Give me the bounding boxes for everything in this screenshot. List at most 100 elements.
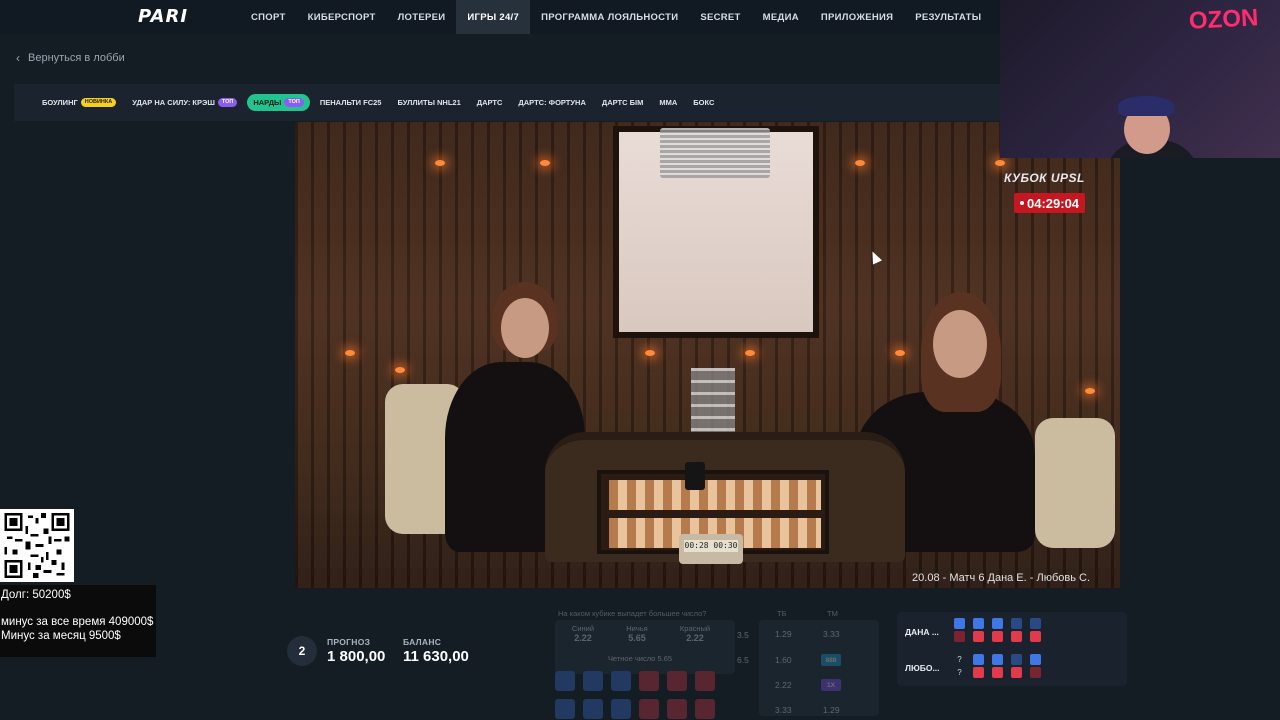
wall-lamp bbox=[1085, 388, 1095, 394]
player-dice-history bbox=[954, 618, 1041, 642]
nav-item-apps[interactable]: ПРИЛОЖЕНИЯ bbox=[810, 0, 904, 34]
odds-grid: Синий 2.22 Ничья 5.65 Красный 2.22 Четное ч… bbox=[555, 620, 735, 674]
main-nav: СПОРТ КИБЕРСПОРТ ЛОТЕРЕИ ИГРЫ 24/7 ПРОГР… bbox=[240, 0, 992, 34]
wall-lamp bbox=[395, 367, 405, 373]
odds-tm[interactable]: 1.29 bbox=[823, 705, 840, 715]
odds-tm[interactable]: 3.33 bbox=[823, 629, 840, 639]
event-timer-value: 04:29:04 bbox=[1027, 195, 1080, 211]
blue-die-icon bbox=[992, 654, 1003, 665]
qr-code-icon bbox=[4, 513, 70, 578]
nav-item-lotteries[interactable]: ЛОТЕРЕИ bbox=[387, 0, 457, 34]
debt-text: Долг: 50200$ bbox=[1, 589, 71, 601]
game-tab-darts[interactable]: ДАРТС bbox=[471, 94, 509, 111]
balance-label: БАЛАНС bbox=[403, 637, 442, 647]
odds-line: 3.5 bbox=[737, 630, 749, 640]
odds-col-tb: ТБ bbox=[777, 609, 787, 618]
back-to-lobby-link[interactable]: ‹ Вернуться в лобби bbox=[16, 51, 125, 65]
nav-item-media[interactable]: МЕДИА bbox=[752, 0, 810, 34]
totals-grid: 1.29 3.33 1.60 888 2.22 1X 3.33 1.29 bbox=[759, 620, 879, 716]
blue-die-icon[interactable] bbox=[555, 671, 575, 691]
red-die-icon bbox=[1030, 631, 1041, 642]
red-die-icon[interactable] bbox=[667, 671, 687, 691]
nav-item-sport[interactable]: СПОРТ bbox=[240, 0, 297, 34]
stream-debt-overlay: Долг: 50200$ минус за все время 409000$ … bbox=[0, 585, 156, 657]
player-right-face bbox=[933, 310, 987, 378]
odds-line: 6.5 bbox=[737, 655, 749, 665]
game-tab-backgammon[interactable]: НАРДЫ ТОП bbox=[247, 93, 310, 112]
game-tab-boxing[interactable]: БОКС bbox=[687, 94, 720, 111]
wall-lamp bbox=[895, 350, 905, 356]
wall-lamp bbox=[995, 160, 1005, 166]
red-die-icon bbox=[973, 667, 984, 678]
blue-die-icon[interactable] bbox=[611, 671, 631, 691]
live-video-stream[interactable]: 00:28 00:30 20.08 - Матч 6 Дана Е. - Люб… bbox=[295, 122, 1120, 588]
nav-item-esports[interactable]: КИБЕРСПОРТ bbox=[297, 0, 387, 34]
blue-die-icon bbox=[973, 654, 984, 665]
red-die-icon bbox=[992, 667, 1003, 678]
top-navigation: PARI СПОРТ КИБЕРСПОРТ ЛОТЕРЕИ ИГРЫ 24/7 … bbox=[0, 0, 1000, 34]
bet-number-chip[interactable]: 2 bbox=[287, 636, 317, 666]
game-tab-label: НАРДЫ bbox=[253, 98, 282, 107]
red-die-icon bbox=[973, 631, 984, 642]
blue-die-icon[interactable] bbox=[555, 699, 575, 719]
odds-red[interactable]: Красный 2.22 bbox=[670, 624, 720, 643]
odds-draw[interactable]: Ничья 5.65 bbox=[612, 624, 662, 643]
players-history-panel: ДАНА ... ЛЮБО... ? ? bbox=[897, 612, 1127, 686]
unknown-die-icon: ? bbox=[957, 655, 962, 664]
forecast-label: ПРОГНОЗ bbox=[327, 637, 371, 647]
new-badge: НОВИНКА bbox=[80, 97, 117, 108]
odds-blue[interactable]: Синий 2.22 bbox=[558, 624, 608, 643]
nav-item-loyalty[interactable]: ПРОГРАММА ЛОЯЛЬНОСТИ bbox=[530, 0, 689, 34]
odds-tb[interactable]: 1.29 bbox=[775, 629, 792, 639]
back-to-lobby-label: Вернуться в лобби bbox=[28, 52, 125, 64]
chess-clock-display: 00:28 00:30 bbox=[684, 540, 738, 552]
game-tab-penalty-fc25[interactable]: ПЕНАЛЬТИ FC25 bbox=[314, 94, 388, 111]
blue-die-icon bbox=[992, 618, 1003, 629]
nav-item-results[interactable]: РЕЗУЛЬТАТЫ bbox=[904, 0, 992, 34]
red-die-icon[interactable] bbox=[695, 671, 715, 691]
blue-die-icon bbox=[1011, 654, 1022, 665]
red-die-icon bbox=[1011, 631, 1022, 642]
odds-even[interactable]: Четное число 5.65 bbox=[595, 654, 685, 663]
nav-item-secret[interactable]: SECRET bbox=[689, 0, 751, 34]
odds-tb[interactable]: 2.22 bbox=[775, 680, 792, 690]
player-left-face bbox=[501, 298, 549, 358]
game-tab-darts-bim[interactable]: ДАРТС БІМ bbox=[596, 94, 649, 111]
event-title: КУБОК UPSL bbox=[1004, 171, 1085, 185]
minus-month-text: Минус за месяц 9500$ bbox=[1, 630, 121, 642]
blue-die-icon[interactable] bbox=[583, 671, 603, 691]
dice-row bbox=[555, 699, 715, 719]
game-tab-shootouts-nhl21[interactable]: БУЛЛИТЫ NHL21 bbox=[391, 94, 466, 111]
wall-lamp bbox=[745, 350, 755, 356]
wall-lamp bbox=[435, 160, 445, 166]
live-dot-icon bbox=[1020, 201, 1024, 205]
odds-question: На каком кубике выпадет большее число? bbox=[558, 609, 707, 618]
blue-die-icon[interactable] bbox=[611, 699, 631, 719]
odds-tm-pill[interactable]: 888 bbox=[821, 654, 841, 666]
pari-logo[interactable]: PARI bbox=[138, 6, 188, 27]
armchair-right bbox=[1035, 418, 1115, 548]
odds-tb[interactable]: 1.60 bbox=[775, 655, 792, 665]
game-tab-bowling[interactable]: БОУЛИНГ НОВИНКА bbox=[36, 94, 122, 112]
player-name-lyubov: ЛЮБО... bbox=[905, 663, 940, 673]
red-die-icon[interactable] bbox=[639, 699, 659, 719]
game-tab-mma[interactable]: ММА bbox=[653, 94, 683, 111]
game-tab-darts-fortune[interactable]: ДАРТС: ФОРТУНА bbox=[512, 94, 591, 111]
game-tab-power-strike-crash[interactable]: УДАР НА СИЛУ: КРЭШ ТОП bbox=[126, 94, 243, 112]
game-tab-label: УДАР НА СИЛУ: КРЭШ bbox=[132, 98, 215, 107]
dice-row bbox=[555, 671, 715, 691]
top-badge: ТОП bbox=[284, 97, 304, 108]
odds-tb[interactable]: 3.33 bbox=[775, 705, 792, 715]
red-die-icon[interactable] bbox=[639, 671, 659, 691]
blue-die-icon[interactable] bbox=[583, 699, 603, 719]
wall-lamp bbox=[645, 350, 655, 356]
red-die-icon[interactable] bbox=[695, 699, 715, 719]
odds-panel: На каком кубике выпадет большее число? С… bbox=[555, 603, 879, 719]
red-die-icon[interactable] bbox=[667, 699, 687, 719]
odds-tm-pill[interactable]: 1X bbox=[821, 679, 841, 691]
ozon-logo: OZON bbox=[1187, 4, 1259, 35]
nav-item-games-247[interactable]: ИГРЫ 24/7 bbox=[456, 0, 531, 34]
dice-rack bbox=[660, 128, 770, 178]
odds-col-tm: ТМ bbox=[827, 609, 838, 618]
blue-die-icon bbox=[954, 618, 965, 629]
